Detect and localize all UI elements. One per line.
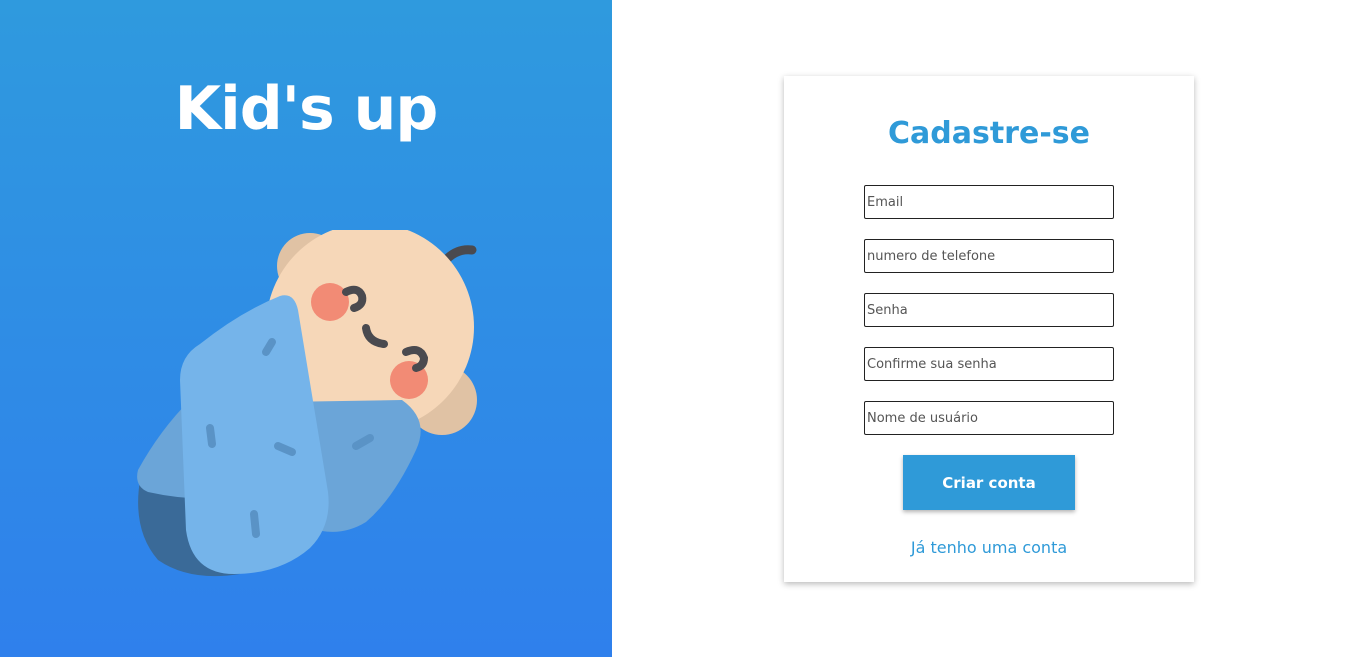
phone-field[interactable]: [864, 239, 1114, 273]
blanket-stitch: [274, 442, 296, 456]
create-account-button[interactable]: Criar conta: [903, 455, 1075, 510]
password-field[interactable]: [864, 293, 1114, 327]
page: Kid's up Cadastre-se Email numero de tel…: [0, 0, 1366, 657]
swaddled-baby-illustration: [137, 230, 477, 577]
signup-title: Cadastre-se: [888, 116, 1090, 151]
email-field[interactable]: [864, 185, 1114, 219]
confirm-password-field[interactable]: [864, 347, 1114, 381]
blanket-stitch: [262, 338, 276, 356]
brand-title: Kid's up: [174, 74, 439, 144]
login-link[interactable]: Já tenho uma conta: [784, 538, 1194, 557]
baby-cheek-left: [311, 283, 349, 321]
username-field[interactable]: [864, 401, 1114, 435]
form-panel: Cadastre-se Criar conta Já tenho uma con…: [612, 0, 1366, 657]
blanket-stitch: [206, 424, 216, 448]
signup-card: Cadastre-se Criar conta Já tenho uma con…: [784, 76, 1194, 582]
blanket-stitch: [250, 510, 260, 538]
brand-panel: Kid's up: [0, 0, 612, 657]
